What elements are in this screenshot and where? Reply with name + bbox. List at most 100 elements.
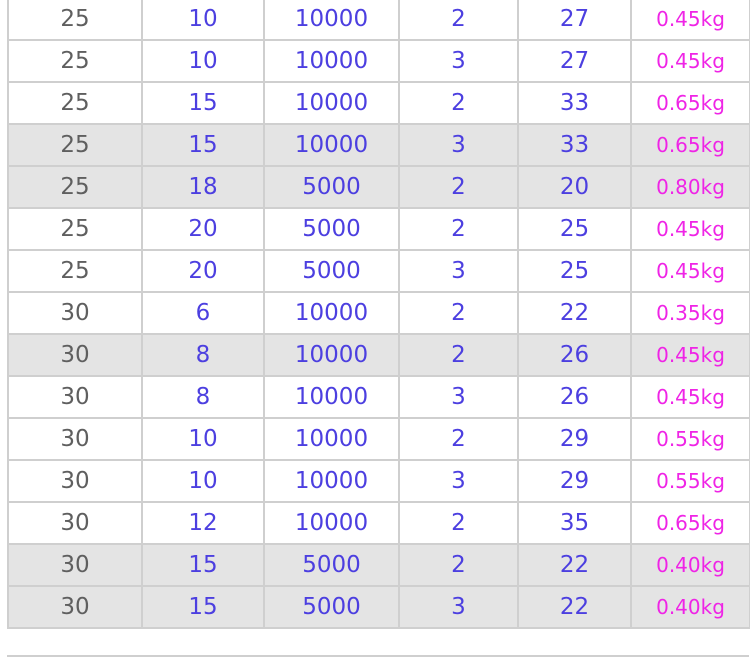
col2-cell: 8 — [141, 375, 265, 419]
col2-cell: 6 — [141, 291, 265, 335]
weight-cell: 0.40kg — [630, 585, 750, 629]
col5-cell: 22 — [517, 585, 632, 629]
table-row: 30 10 10000 2 29 0.55kg — [7, 417, 750, 461]
weight-cell: 0.45kg — [630, 375, 750, 419]
col2-cell: 18 — [141, 165, 265, 209]
col3-cell: 10000 — [263, 291, 400, 335]
weight-cell: 0.55kg — [630, 417, 750, 461]
col5-cell: 22 — [517, 543, 632, 587]
col5-cell: 33 — [517, 81, 632, 125]
spec-table: 25 10 10000 2 27 0.45kg 25 10 10000 3 27 0.45kg 25 15… — [7, 0, 750, 629]
col1-cell: 25 — [7, 0, 143, 41]
col1-cell: 30 — [7, 501, 143, 545]
col1-cell: 25 — [7, 81, 143, 125]
col1-cell: 25 — [7, 249, 143, 293]
col3-cell: 5000 — [263, 165, 400, 209]
table-row: 25 10 10000 3 27 0.45kg — [7, 39, 750, 83]
col2-cell: 10 — [141, 0, 265, 41]
col5-cell: 22 — [517, 291, 632, 335]
col4-cell: 2 — [398, 543, 519, 587]
table-row: 30 8 10000 3 26 0.45kg — [7, 375, 750, 419]
col3-cell: 10000 — [263, 417, 400, 461]
table-bottom-border — [7, 655, 749, 662]
col2-cell: 10 — [141, 417, 265, 461]
col5-cell: 26 — [517, 333, 632, 377]
table-row: 25 15 10000 3 33 0.65kg — [7, 123, 750, 167]
col5-cell: 20 — [517, 165, 632, 209]
col3-cell: 5000 — [263, 543, 400, 587]
weight-cell: 0.40kg — [630, 543, 750, 587]
col4-cell: 3 — [398, 375, 519, 419]
col4-cell: 3 — [398, 249, 519, 293]
col2-cell: 15 — [141, 81, 265, 125]
col1-cell: 25 — [7, 207, 143, 251]
col2-cell: 20 — [141, 207, 265, 251]
weight-cell: 0.55kg — [630, 459, 750, 503]
weight-cell: 0.35kg — [630, 291, 750, 335]
table-row: 25 15 10000 2 33 0.65kg — [7, 81, 750, 125]
col4-cell: 2 — [398, 501, 519, 545]
table-row: 30 8 10000 2 26 0.45kg — [7, 333, 750, 377]
weight-cell: 0.65kg — [630, 123, 750, 167]
col1-cell: 30 — [7, 543, 143, 587]
col4-cell: 3 — [398, 123, 519, 167]
col4-cell: 3 — [398, 39, 519, 83]
table-row: 25 18 5000 2 20 0.80kg — [7, 165, 750, 209]
col4-cell: 2 — [398, 333, 519, 377]
spec-table-container: 25 10 10000 2 27 0.45kg 25 10 10000 3 27 0.45kg 25 15… — [7, 0, 750, 629]
col1-cell: 30 — [7, 585, 143, 629]
col2-cell: 8 — [141, 333, 265, 377]
weight-cell: 0.45kg — [630, 333, 750, 377]
col4-cell: 3 — [398, 585, 519, 629]
col5-cell: 25 — [517, 207, 632, 251]
col5-cell: 35 — [517, 501, 632, 545]
table-row: 25 20 5000 3 25 0.45kg — [7, 249, 750, 293]
weight-cell: 0.45kg — [630, 0, 750, 41]
col3-cell: 5000 — [263, 585, 400, 629]
table-row: 30 15 5000 2 22 0.40kg — [7, 543, 750, 587]
col1-cell: 25 — [7, 123, 143, 167]
col2-cell: 15 — [141, 123, 265, 167]
col3-cell: 10000 — [263, 39, 400, 83]
weight-cell: 0.45kg — [630, 39, 750, 83]
table-row: 30 12 10000 2 35 0.65kg — [7, 501, 750, 545]
col1-cell: 30 — [7, 333, 143, 377]
col5-cell: 29 — [517, 459, 632, 503]
weight-cell: 0.45kg — [630, 249, 750, 293]
col1-cell: 30 — [7, 459, 143, 503]
table-row: 25 20 5000 2 25 0.45kg — [7, 207, 750, 251]
weight-cell: 0.65kg — [630, 81, 750, 125]
col3-cell: 10000 — [263, 81, 400, 125]
col2-cell: 12 — [141, 501, 265, 545]
col4-cell: 2 — [398, 291, 519, 335]
col3-cell: 10000 — [263, 501, 400, 545]
col2-cell: 20 — [141, 249, 265, 293]
col4-cell: 2 — [398, 0, 519, 41]
col1-cell: 25 — [7, 165, 143, 209]
weight-cell: 0.65kg — [630, 501, 750, 545]
table-row: 25 10 10000 2 27 0.45kg — [7, 0, 750, 41]
col3-cell: 10000 — [263, 459, 400, 503]
col1-cell: 30 — [7, 417, 143, 461]
col4-cell: 2 — [398, 165, 519, 209]
col4-cell: 2 — [398, 81, 519, 125]
col2-cell: 15 — [141, 585, 265, 629]
col5-cell: 29 — [517, 417, 632, 461]
table-row: 30 10 10000 3 29 0.55kg — [7, 459, 750, 503]
col5-cell: 27 — [517, 39, 632, 83]
table-row: 30 6 10000 2 22 0.35kg — [7, 291, 750, 335]
col5-cell: 33 — [517, 123, 632, 167]
col5-cell: 25 — [517, 249, 632, 293]
col3-cell: 5000 — [263, 207, 400, 251]
col3-cell: 10000 — [263, 375, 400, 419]
col4-cell: 2 — [398, 207, 519, 251]
col1-cell: 30 — [7, 291, 143, 335]
col4-cell: 2 — [398, 417, 519, 461]
table-row: 30 15 5000 3 22 0.40kg — [7, 585, 750, 629]
col2-cell: 10 — [141, 39, 265, 83]
weight-cell: 0.45kg — [630, 207, 750, 251]
spec-table-body: 25 10 10000 2 27 0.45kg 25 10 10000 3 27 0.45kg 25 15… — [7, 0, 750, 629]
col3-cell: 5000 — [263, 249, 400, 293]
col3-cell: 10000 — [263, 333, 400, 377]
col3-cell: 10000 — [263, 123, 400, 167]
